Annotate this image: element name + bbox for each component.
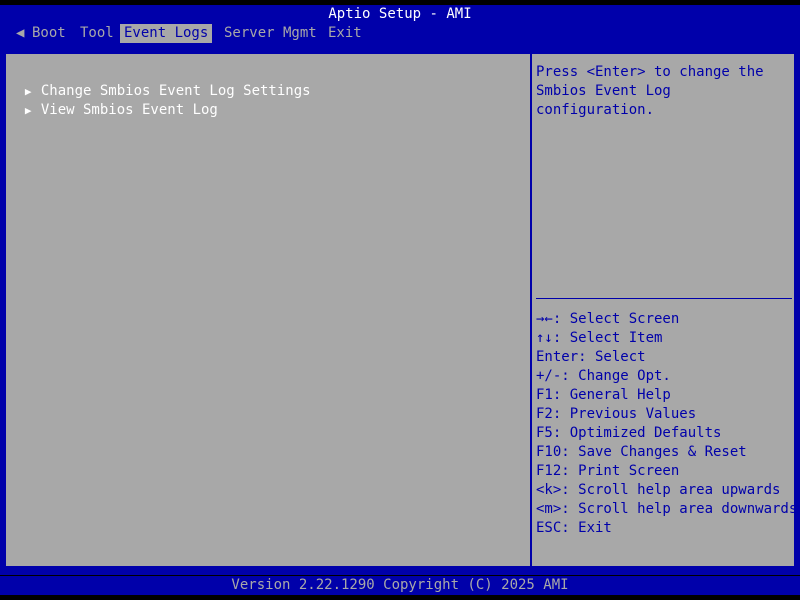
tab-event-logs[interactable]: Event Logs [120, 24, 213, 43]
scroll-left-arrow-icon: ◀ [16, 25, 25, 41]
window-title: Aptio Setup - AMI [0, 5, 800, 24]
key-hint: <m>: Scroll help area downwards [536, 501, 798, 517]
key-hint: →←: Select Screen [536, 311, 680, 327]
key-hint: F1: General Help [536, 387, 671, 403]
tab-server-mgmt[interactable]: Server Mgmt [220, 24, 321, 43]
key-hint: F12: Print Screen [536, 463, 680, 479]
key-hint: +/-: Change Opt. [536, 368, 671, 384]
menu-item-view-smbios-event-log[interactable]: ▶ View Smbios Event Log [8, 82, 218, 118]
key-hint: F10: Save Changes & Reset [536, 444, 747, 460]
tab-tool[interactable]: Tool [76, 24, 118, 43]
key-hint: Enter: Select [536, 349, 646, 365]
submenu-arrow-icon: ▶ [24, 104, 32, 117]
key-hint: <k>: Scroll help area upwards [536, 482, 781, 498]
key-hint: ↑↓: Select Item [536, 330, 663, 346]
pane-divider [530, 52, 532, 568]
menu-item-change-smbios-event-log-settings[interactable]: ▶ Change Smbios Event Log Settings [8, 63, 311, 99]
help-text: Press <Enter> to change the Smbios Event… [536, 64, 773, 118]
tab-boot[interactable]: Boot [28, 24, 70, 43]
version-footer: Version 2.22.1290 Copyright (C) 2025 AMI [0, 576, 800, 595]
help-separator [536, 298, 792, 299]
key-hint: ESC: Exit [536, 520, 612, 536]
tab-exit[interactable]: Exit [324, 24, 366, 43]
key-legend: →←: Select Screen ↑↓: Select Item Enter:… [536, 310, 797, 538]
key-hint: F2: Previous Values [536, 406, 697, 422]
menu-item-label: View Smbios Event Log [40, 102, 218, 118]
key-hint: F5: Optimized Defaults [536, 425, 722, 441]
menu-bar: ◀ Boot Tool Event Logs Server Mgmt Exit [0, 24, 800, 43]
